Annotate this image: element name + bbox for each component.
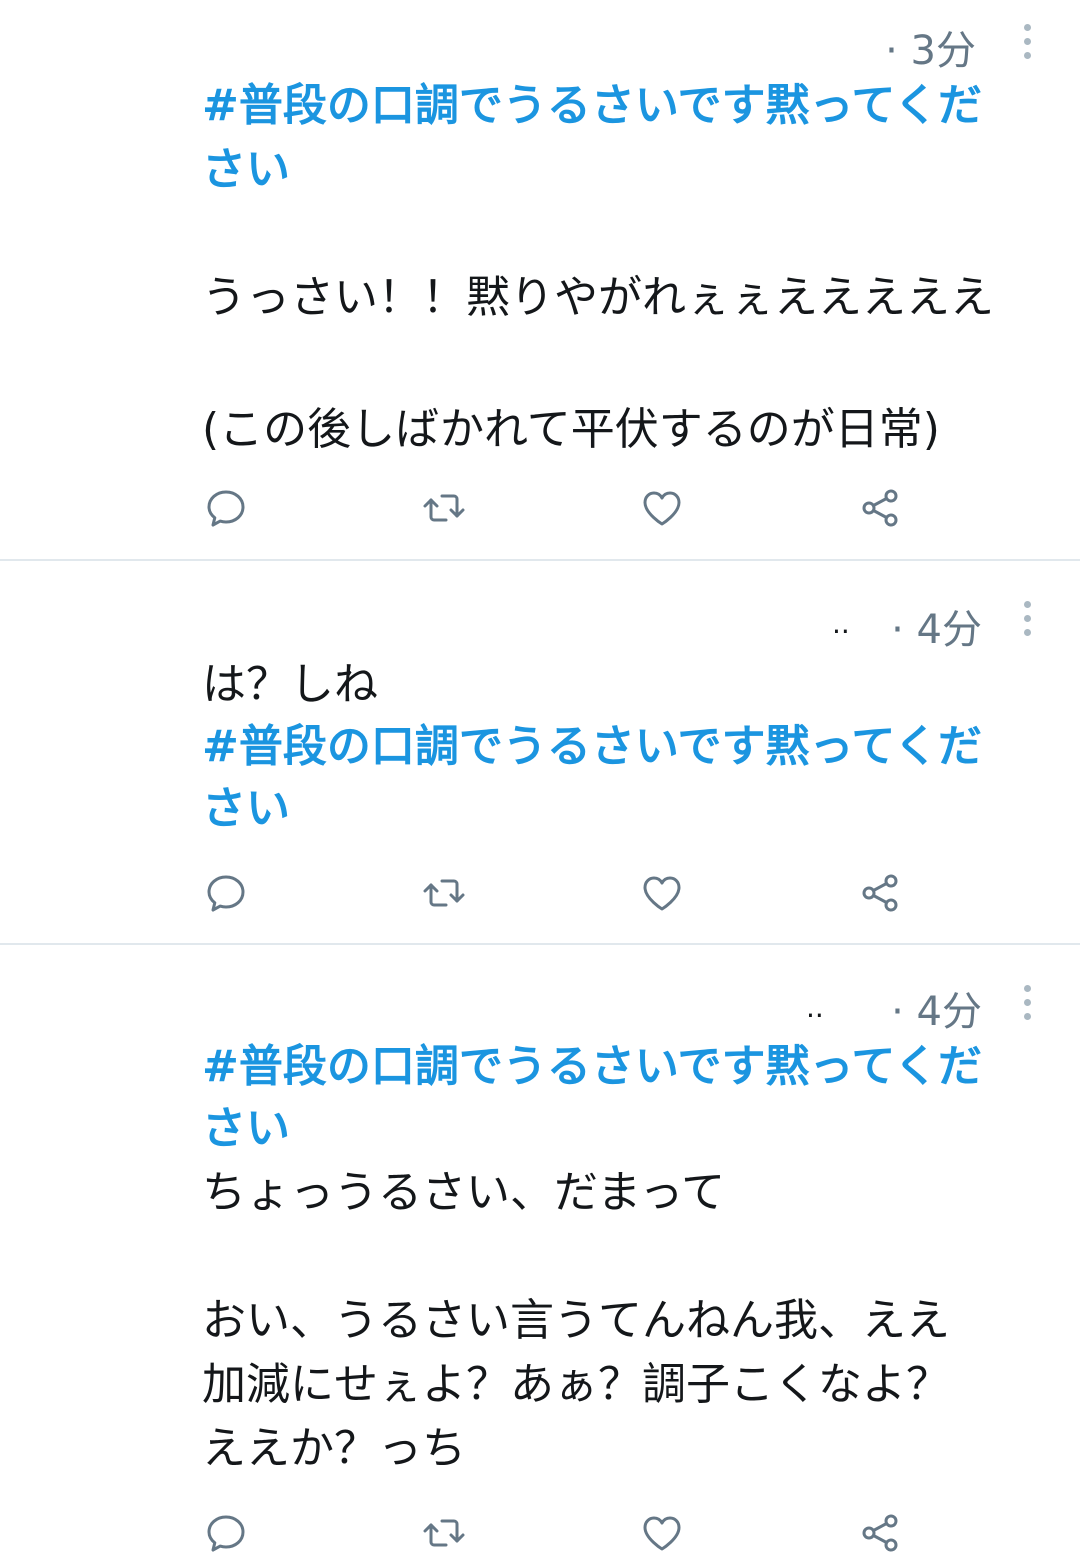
tweet-actions — [0, 1503, 1080, 1563]
tweet-time: · 4分 — [891, 989, 982, 1035]
tweet-time: · 3分 — [885, 28, 976, 74]
tweet-text-line: うっさい！！黙りやがれぇぇえええええ — [202, 272, 994, 323]
tweet[interactable]: · 3分 #普段の口調でうるさいです黙ってくだ さい うっさい！！黙りやがれぇぇ… — [0, 0, 1080, 560]
hashtag-link[interactable]: #普段の口調でうるさいです黙ってくだ — [202, 1035, 982, 1099]
more-options-icon[interactable] — [1018, 24, 1036, 66]
tweet[interactable]: .. · 4分 は？しね #普段の口調でうるさいです黙ってくだ さい — [0, 561, 1080, 944]
tweet-text-line: おい、うるさい言うてんねん我、ええ — [202, 1295, 950, 1346]
hashtag-link[interactable]: #普段の口調でうるさいです黙ってくだ — [202, 715, 982, 779]
tweet[interactable]: .. · 4分 #普段の口調でうるさいです黙ってくだ さい ちょっうるさい、だま… — [0, 945, 1080, 1558]
share-icon[interactable] — [850, 478, 910, 538]
share-icon[interactable] — [850, 1503, 910, 1563]
hashtag-link[interactable]: #普段の口調でうるさいです黙ってくだ — [202, 74, 982, 138]
tweet-text-line: (この後しばかれて平伏するのが日常) — [202, 404, 940, 455]
share-icon[interactable] — [850, 863, 910, 923]
tweet-text-line: ちょっうるさい、だまって — [202, 1167, 726, 1218]
heart-icon[interactable] — [632, 863, 692, 923]
reply-icon[interactable] — [196, 478, 256, 538]
more-options-icon[interactable] — [1018, 985, 1036, 1027]
tweet-text-line: は？しね — [202, 659, 378, 710]
hashtag-link-continued[interactable]: さい — [202, 1097, 290, 1161]
tweet-time: · 4分 — [891, 607, 982, 653]
retweet-icon[interactable] — [414, 478, 474, 538]
tweet-text-line: 加減にせぇよ？あぁ？調子こくなよ？ — [202, 1359, 950, 1410]
tweet-actions — [0, 863, 1080, 923]
truncated-name: .. — [806, 991, 824, 1024]
more-options-icon[interactable] — [1018, 601, 1036, 643]
reply-icon[interactable] — [196, 1503, 256, 1563]
reply-icon[interactable] — [196, 863, 256, 923]
truncated-name: .. — [832, 607, 850, 640]
hashtag-link-continued[interactable]: さい — [202, 138, 290, 202]
tweet-actions — [0, 478, 1080, 538]
heart-icon[interactable] — [632, 1503, 692, 1563]
retweet-icon[interactable] — [414, 863, 474, 923]
retweet-icon[interactable] — [414, 1503, 474, 1563]
heart-icon[interactable] — [632, 478, 692, 538]
hashtag-link-continued[interactable]: さい — [202, 777, 290, 841]
tweet-text-line: ええか？っち — [202, 1423, 466, 1474]
